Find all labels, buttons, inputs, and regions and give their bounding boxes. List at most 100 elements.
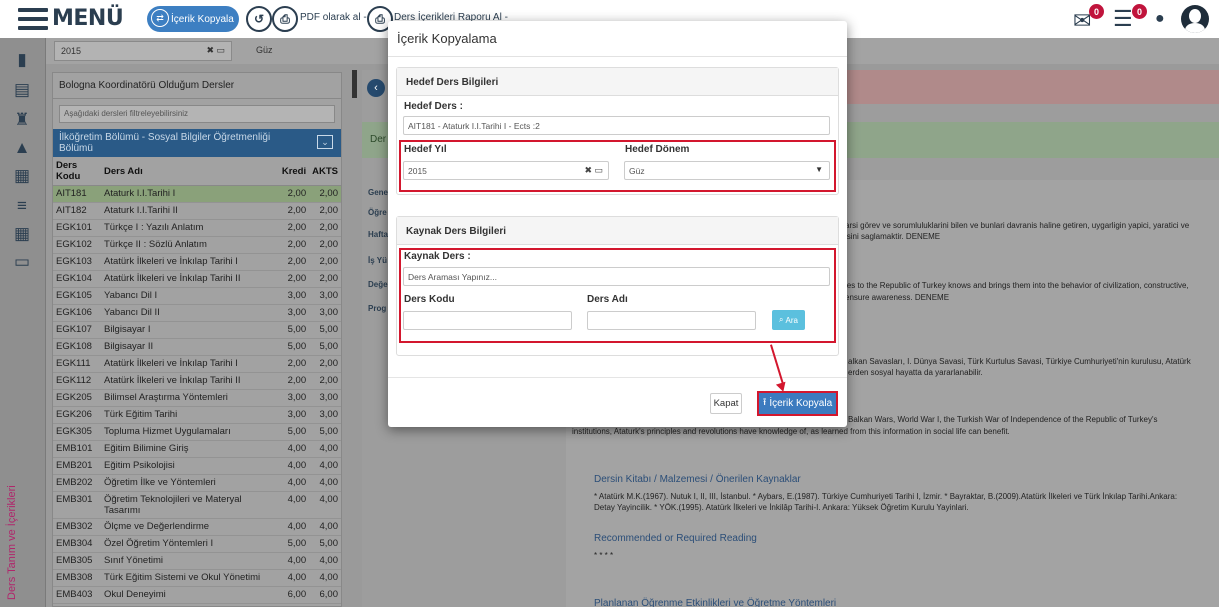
table-row[interactable]: EGK205 Bilimsel Araştırma Yöntemleri 3,00 3… xyxy=(53,389,341,407)
table-row[interactable]: EMB301 Öğretim Teknolojileri ve Materyal … xyxy=(53,491,341,519)
cell-code: EGK305 xyxy=(53,423,101,441)
cell-kredi: 5,00 xyxy=(278,321,310,339)
col-kredi: Kredi xyxy=(278,157,310,186)
table-row[interactable]: EGK106 Yabancı Dil II 3,00 3,00 xyxy=(53,304,341,322)
table-row[interactable]: EGK206 Türk Eğitim Tarihi 3,00 3,00 xyxy=(53,406,341,424)
course-filter-input[interactable]: Aşağıdaki dersleri filtreleyebilirsiniz xyxy=(59,105,335,123)
target-course-input[interactable]: AIT181 - Ataturk I.I.Tarihi I - Ects :2 xyxy=(403,116,830,135)
back-arrow-icon[interactable]: ‹ xyxy=(367,79,385,97)
cell-kredi: 2,00 xyxy=(278,372,310,390)
trophy-icon[interactable]: ♜ xyxy=(12,110,32,130)
cell-code: EMB302 xyxy=(53,518,101,536)
col-akts: AKTS xyxy=(309,157,341,186)
table-row[interactable]: EGK102 Türkçe II : Sözlü Anlatım 2,00 2,00 xyxy=(53,236,341,254)
cell-akts: 2,00 xyxy=(309,372,341,390)
course-code-input[interactable] xyxy=(403,311,572,330)
graduation-cap-icon[interactable]: ▲ xyxy=(12,138,32,158)
table-row[interactable]: EGK104 Atatürk İlkeleri ve İnkılap Tarihi… xyxy=(53,270,341,288)
search-button[interactable]: ⌕ Ara xyxy=(772,310,805,330)
table-row[interactable]: EGK103 Atatürk İlkeleri ve İnkılap Tarihi… xyxy=(53,253,341,271)
table-row[interactable]: EGK112 Atatürk İlkeleri ve İnkılap Tarihi… xyxy=(53,372,341,390)
source-course-input[interactable]: Ders Araması Yapınız... xyxy=(403,267,830,286)
clear-calendar-icon[interactable]: ✖ ▭ xyxy=(584,165,603,176)
cell-name: Eğitim Bilimine Giriş xyxy=(101,440,279,458)
panel-divider[interactable] xyxy=(352,70,357,98)
table-row[interactable]: EGK108 Bilgisayar II 5,00 5,00 xyxy=(53,338,341,356)
cell-akts: 3,00 xyxy=(309,406,341,424)
print-icon[interactable]: ⎙ xyxy=(272,6,298,32)
undo-icon[interactable]: ↺ xyxy=(246,6,272,32)
cell-code: EGK205 xyxy=(53,389,101,407)
cell-code: EGK106 xyxy=(53,304,101,322)
calendar-empty-icon[interactable]: ▭ xyxy=(12,252,32,272)
cell-name: Okul Deneyimi xyxy=(101,586,279,604)
cell-code: AIT182 xyxy=(53,202,101,220)
cell-akts: 4,00 xyxy=(309,518,341,536)
cell-kredi: 4,00 xyxy=(278,518,310,536)
section-heading-books: Dersin Kitabı / Malzemesi / Önerilen Kay… xyxy=(594,474,801,485)
target-term-label: Hedef Dönem xyxy=(625,144,690,155)
cell-name: Ölçme ve Değerlendirme xyxy=(101,518,279,536)
table-row[interactable]: EMB403 Okul Deneyimi 6,00 6,00 xyxy=(53,586,341,604)
table-row[interactable]: EMB302 Ölçme ve Değerlendirme 4,00 4,00 xyxy=(53,518,341,536)
document-icon[interactable]: ▤ xyxy=(12,80,32,100)
list-icon[interactable]: ☰ xyxy=(1113,6,1133,32)
copy-content-button[interactable]: ⇄ İçerik Kopyala xyxy=(147,6,239,32)
cell-akts: 2,00 xyxy=(309,219,341,237)
menu-button[interactable]: MENÜ xyxy=(18,6,124,31)
cell-name: Türkçe II : Sözlü Anlatım xyxy=(101,236,279,254)
search-icon: ⌕ xyxy=(779,315,784,324)
target-year-input[interactable]: 2015 ✖ ▭ xyxy=(403,161,609,180)
table-row[interactable]: AIT181 Ataturk I.I.Tarihi I 2,00 2,00 xyxy=(53,185,341,203)
target-year-value: 2015 xyxy=(408,166,427,176)
table-row[interactable]: EGK105 Yabancı Dil I 3,00 3,00 xyxy=(53,287,341,305)
calendar-icon[interactable]: ▦ xyxy=(12,166,32,186)
cell-code: EGK101 xyxy=(53,219,101,237)
table-row[interactable]: EGK305 Topluma Hizmet Uygulamaları 5,00 5,0… xyxy=(53,423,341,441)
sidebar-section-label[interactable]: Ders Tanım ve İçerikleri xyxy=(6,485,18,600)
pdf-link[interactable]: PDF olarak al - xyxy=(300,12,367,23)
table-row[interactable]: EMB201 Eğitim Psikolojisi 4,00 4,00 xyxy=(53,457,341,475)
department-header[interactable]: İlköğretim Bölümü - Sosyal Bilgiler Öğre… xyxy=(53,129,341,157)
cell-kredi: 2,00 xyxy=(278,253,310,271)
table-row[interactable]: AIT182 Ataturk I.I.Tarihi II 2,00 2,00 xyxy=(53,202,341,220)
year-field[interactable]: 2015 ✖ ▭ xyxy=(54,41,232,61)
term-field[interactable]: Güz xyxy=(250,41,390,61)
cell-name: Türkçe I : Yazılı Anlatım xyxy=(101,219,279,237)
cell-kredi: 2,00 xyxy=(278,219,310,237)
book-icon[interactable]: ▮ xyxy=(12,50,32,70)
cell-code: EMB201 xyxy=(53,457,101,475)
course-panel: Bologna Koordinatörü Olduğum Dersler Aşa… xyxy=(52,72,342,607)
table-row[interactable]: EGK111 Atatürk İlkeleri ve İnkılap Tarihi… xyxy=(53,355,341,373)
year-value: 2015 xyxy=(61,46,82,56)
course-name-input[interactable] xyxy=(587,311,756,330)
copy-content-submit-button[interactable]: ⭱ İçerik Kopyala xyxy=(757,391,838,416)
cell-code: EMB304 xyxy=(53,535,101,553)
cell-akts: 5,00 xyxy=(309,423,341,441)
cell-code: EMB403 xyxy=(53,586,101,604)
cell-name: Eğitim Psikolojisi xyxy=(101,457,279,475)
divider xyxy=(388,56,847,57)
table-row[interactable]: EMB308 Türk Eğitim Sistemi ve Okul Yöneti… xyxy=(53,569,341,587)
list-lines-icon[interactable]: ≡ xyxy=(12,196,32,216)
cell-kredi: 2,00 xyxy=(278,185,310,203)
table-row[interactable]: EMB304 Özel Öğretim Yöntemleri I 5,00 5,00 xyxy=(53,535,341,553)
cell-name: Öğretim İlke ve Yöntemleri xyxy=(101,474,279,492)
table-row[interactable]: EMB202 Öğretim İlke ve Yöntemleri 4,00 4,00 xyxy=(53,474,341,492)
clear-calendar-icon[interactable]: ✖ ▭ xyxy=(206,45,225,56)
menu-label: MENÜ xyxy=(52,6,124,31)
table-row[interactable]: EGK101 Türkçe I : Yazılı Anlatım 2,00 2,00 xyxy=(53,219,341,237)
globe-icon[interactable]: ● xyxy=(1155,10,1165,28)
table-row[interactable]: EGK107 Bilgisayar I 5,00 5,00 xyxy=(53,321,341,339)
chevron-down-icon[interactable]: ⌄ xyxy=(317,135,333,149)
avatar[interactable] xyxy=(1181,5,1209,33)
cell-code: EGK107 xyxy=(53,321,101,339)
target-term-select[interactable]: Güz ▼ xyxy=(624,161,830,180)
course-table: Ders Kodu Ders Adı Kredi AKTS AIT181 Atat… xyxy=(53,157,341,604)
close-button[interactable]: Kapat xyxy=(710,393,742,414)
cell-akts: 2,00 xyxy=(309,253,341,271)
table-row[interactable]: EMB305 Sınıf Yönetimi 4,00 4,00 xyxy=(53,552,341,570)
calculator-icon[interactable]: ▦ xyxy=(12,224,32,244)
table-row[interactable]: EMB101 Eğitim Bilimine Giriş 4,00 4,00 xyxy=(53,440,341,458)
cell-code: EMB301 xyxy=(53,491,101,519)
